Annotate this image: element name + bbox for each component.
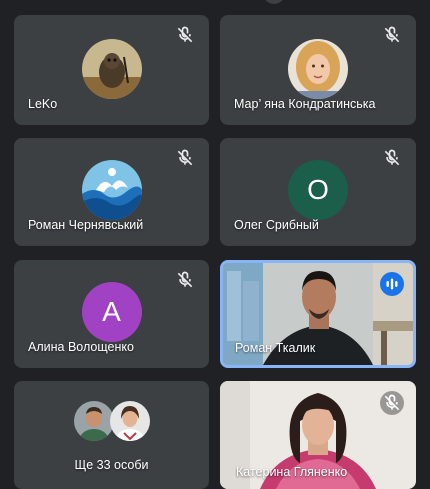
mic-off-icon [177, 149, 193, 166]
participant-name: Алина Волощенко [28, 340, 134, 354]
participant-name: Роман Ткалик [235, 341, 316, 355]
mic-off-icon [384, 394, 400, 411]
participant-tile-leko[interactable]: LeKo [14, 15, 209, 125]
avatar [73, 401, 114, 441]
participant-name: Олег Срибный [234, 218, 319, 232]
meeting-grid: LeKo Мар’ яна Кондратинська Роман Черняв… [0, 0, 430, 489]
panel-handle[interactable] [263, 0, 285, 4]
avatar [288, 39, 348, 99]
participant-name: Мар’ яна Кондратинська [234, 97, 376, 111]
avatar [81, 160, 142, 220]
more-participants-label: Ще 33 особи [74, 458, 149, 472]
group-avatars [73, 401, 150, 441]
more-participants-tile[interactable]: Ще 33 особи [14, 381, 209, 489]
avatar [81, 39, 142, 99]
participant-name: Роман Чернявський [28, 218, 144, 232]
participant-tile-roman-tk[interactable]: Роман Ткалик [220, 260, 416, 368]
participant-tile-oleh[interactable]: О Олег Срибный [220, 138, 416, 246]
mic-off-icon [177, 26, 193, 43]
mic-off-icon [384, 26, 400, 43]
avatar [109, 401, 150, 441]
participant-tile-alina[interactable]: А Алина Волощенко [14, 260, 209, 368]
participant-name: Катерина Гляненко [236, 465, 348, 479]
participant-name: LeKo [28, 97, 58, 111]
mic-off-icon [384, 149, 400, 166]
participant-tile-kateryna[interactable]: Катерина Гляненко [220, 381, 416, 489]
avatar: А [81, 282, 142, 342]
participant-tile-maryana[interactable]: Мар’ яна Кондратинська [220, 15, 416, 125]
mic-off-icon [177, 271, 193, 288]
avatar: О [288, 160, 348, 220]
speaking-indicator-icon [380, 272, 404, 296]
participant-tile-roman-ch[interactable]: Роман Чернявський [14, 138, 209, 246]
